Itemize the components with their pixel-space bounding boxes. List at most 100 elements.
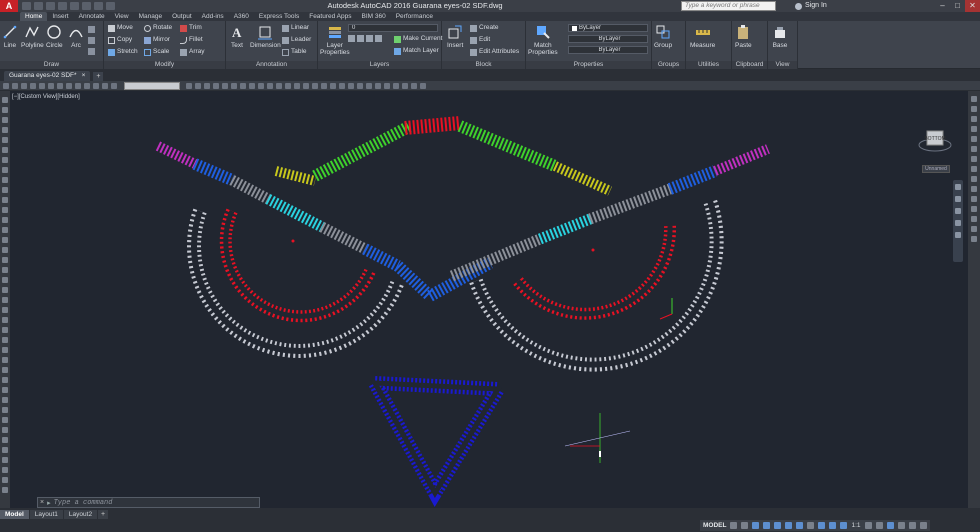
tool-icon[interactable] bbox=[348, 83, 354, 89]
tool-icon[interactable] bbox=[393, 83, 399, 89]
tab-featured-apps[interactable]: Featured Apps bbox=[304, 12, 356, 21]
orbit-icon[interactable] bbox=[955, 220, 961, 226]
tool-icon[interactable] bbox=[30, 83, 36, 89]
rotate-button[interactable]: Rotate bbox=[144, 24, 172, 32]
tool-icon[interactable] bbox=[2, 387, 8, 393]
tool-icon[interactable] bbox=[2, 117, 8, 123]
tool-icon[interactable] bbox=[285, 83, 291, 89]
tool-icon[interactable] bbox=[2, 267, 8, 273]
plot-icon[interactable] bbox=[70, 2, 79, 10]
modify-panel-title[interactable]: Modify bbox=[104, 61, 225, 69]
undo-icon[interactable] bbox=[82, 2, 91, 10]
diamond-truss[interactable] bbox=[274, 116, 613, 196]
ortho-icon[interactable] bbox=[752, 522, 760, 529]
tab-bim-360[interactable]: BIM 360 bbox=[357, 12, 391, 21]
mirror-button[interactable]: Mirror bbox=[144, 36, 170, 44]
layer-isolate-icon[interactable] bbox=[357, 35, 364, 42]
tab-add-ins[interactable]: Add-ins bbox=[197, 12, 229, 21]
lineweight-icon[interactable] bbox=[807, 522, 815, 529]
tool-icon[interactable] bbox=[39, 83, 45, 89]
tool-icon[interactable] bbox=[971, 146, 977, 152]
tool-icon[interactable] bbox=[2, 247, 8, 253]
tool-icon[interactable] bbox=[21, 83, 27, 89]
tool-icon[interactable] bbox=[971, 236, 977, 242]
tool-icon[interactable] bbox=[411, 83, 417, 89]
tool-icon[interactable] bbox=[2, 437, 8, 443]
copy-button[interactable]: Copy bbox=[108, 36, 132, 44]
tool-icon[interactable] bbox=[213, 83, 219, 89]
tool-icon[interactable] bbox=[2, 187, 8, 193]
document-tab[interactable]: Guarana eyes-02 SDF* × bbox=[4, 71, 91, 81]
polar-icon[interactable] bbox=[763, 522, 771, 529]
tool-icon[interactable] bbox=[2, 147, 8, 153]
tool-icon[interactable] bbox=[971, 176, 977, 182]
tool-icon[interactable] bbox=[102, 83, 108, 89]
tool-icon[interactable] bbox=[321, 83, 327, 89]
scale-button[interactable]: Scale bbox=[144, 48, 169, 56]
tool-icon[interactable] bbox=[357, 83, 363, 89]
tool-icon[interactable] bbox=[971, 206, 977, 212]
tool-icon[interactable] bbox=[195, 83, 201, 89]
drawing-canvas[interactable] bbox=[10, 91, 968, 508]
tool-icon[interactable] bbox=[2, 397, 8, 403]
close-icon[interactable]: ✕ bbox=[965, 0, 980, 12]
new-tab-icon[interactable]: + bbox=[93, 72, 104, 81]
tool-icon[interactable] bbox=[971, 136, 977, 142]
tool-icon[interactable] bbox=[240, 83, 246, 89]
tool-icon[interactable] bbox=[186, 83, 192, 89]
group-tool[interactable]: Group bbox=[654, 24, 672, 49]
tool-icon[interactable] bbox=[48, 83, 54, 89]
open-icon[interactable] bbox=[34, 2, 43, 10]
tool-icon[interactable] bbox=[971, 96, 977, 102]
tool-icon[interactable] bbox=[2, 217, 8, 223]
tool-icon[interactable] bbox=[2, 327, 8, 333]
plus-icon[interactable] bbox=[875, 522, 883, 529]
autocad-logo-icon[interactable]: A bbox=[0, 0, 18, 12]
search-input[interactable]: Type a keyword or phrase bbox=[681, 1, 776, 11]
tool-icon[interactable] bbox=[2, 457, 8, 463]
tool-icon[interactable] bbox=[2, 447, 8, 453]
tool-icon[interactable] bbox=[971, 166, 977, 172]
tool-icon[interactable] bbox=[2, 347, 8, 353]
clipboard-panel-title[interactable]: Clipboard bbox=[732, 61, 767, 69]
line-tool[interactable]: Line bbox=[2, 24, 18, 49]
tool-icon[interactable] bbox=[2, 107, 8, 113]
object-snap-icon[interactable] bbox=[796, 522, 804, 529]
tool-icon[interactable] bbox=[2, 477, 8, 483]
tab-layout1[interactable]: Layout1 bbox=[29, 510, 63, 519]
linear-button[interactable]: Linear bbox=[282, 24, 309, 32]
insert-tool[interactable]: Insert bbox=[447, 24, 463, 49]
tool-icon[interactable] bbox=[222, 83, 228, 89]
tab-annotate[interactable]: Annotate bbox=[74, 12, 110, 21]
layer-freeze-icon[interactable] bbox=[366, 35, 373, 42]
customization-icon[interactable] bbox=[919, 522, 927, 529]
tool-icon[interactable] bbox=[294, 83, 300, 89]
base-tool[interactable]: Base bbox=[772, 24, 788, 49]
properties-panel-title[interactable]: Properties bbox=[526, 61, 651, 69]
layer-properties-tool[interactable]: Layer Properties bbox=[320, 24, 350, 56]
tool-icon[interactable] bbox=[75, 83, 81, 89]
tab-manage[interactable]: Manage bbox=[134, 12, 168, 21]
minimize-icon[interactable]: – bbox=[935, 0, 950, 12]
tab-model[interactable]: Model bbox=[0, 510, 29, 519]
right-brow-truss[interactable] bbox=[449, 144, 770, 282]
named-view-dropdown[interactable]: Unnamed bbox=[922, 165, 950, 173]
new-layout-icon[interactable]: + bbox=[98, 510, 109, 519]
dimension-tool[interactable]: Dimension bbox=[250, 24, 281, 49]
tool-icon[interactable] bbox=[2, 207, 8, 213]
tool-icon[interactable] bbox=[2, 237, 8, 243]
tool-icon[interactable] bbox=[375, 83, 381, 89]
array-button[interactable]: Array bbox=[180, 48, 205, 56]
tab-layout2[interactable]: Layout2 bbox=[63, 510, 98, 519]
tool-icon[interactable] bbox=[330, 83, 336, 89]
isolate-objects-icon[interactable] bbox=[886, 522, 894, 529]
tool-icon[interactable] bbox=[2, 157, 8, 163]
tool-icon[interactable] bbox=[249, 83, 255, 89]
tool-icon[interactable] bbox=[2, 417, 8, 423]
make-current-button[interactable]: Make Current bbox=[394, 35, 442, 43]
tool-icon[interactable] bbox=[2, 177, 8, 183]
move-button[interactable]: Move bbox=[108, 24, 133, 32]
clean-screen-icon[interactable] bbox=[908, 522, 916, 529]
tool-icon[interactable] bbox=[57, 83, 63, 89]
text-tool[interactable]: A Text bbox=[229, 24, 245, 49]
